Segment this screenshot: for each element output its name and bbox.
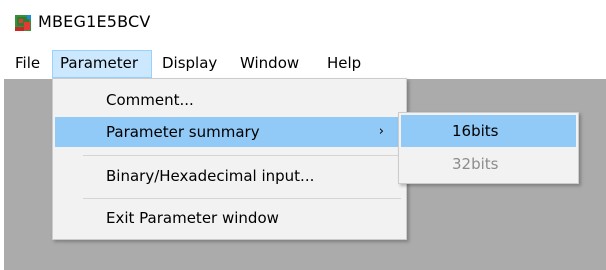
chevron-right-icon: › bbox=[378, 124, 384, 139]
menu-help[interactable]: Help bbox=[320, 50, 368, 78]
menu-item-comment[interactable]: Comment... bbox=[55, 85, 404, 115]
menu-item-exit-parameter-window-label: Exit Parameter window bbox=[106, 209, 279, 227]
menu-bar: File Parameter Display Window Help bbox=[0, 50, 606, 78]
menu-item-exit-parameter-window[interactable]: Exit Parameter window bbox=[55, 203, 404, 233]
menu-item-comment-label: Comment... bbox=[106, 91, 194, 109]
menu-file[interactable]: File bbox=[8, 50, 47, 78]
submenu-item-16bits[interactable]: 16bits bbox=[401, 115, 576, 147]
menu-parameter[interactable]: Parameter bbox=[52, 50, 152, 78]
app-icon bbox=[15, 15, 31, 31]
menu-window[interactable]: Window bbox=[233, 50, 306, 78]
parameter-dropdown-menu: Comment... Parameter summary › Binary/He… bbox=[52, 78, 407, 240]
menu-separator bbox=[83, 198, 401, 199]
submenu-item-32bits-label: 32bits bbox=[452, 155, 499, 173]
menu-item-parameter-summary[interactable]: Parameter summary › bbox=[55, 117, 404, 147]
parameter-summary-submenu: 16bits 32bits bbox=[398, 112, 579, 184]
menu-item-binary-hex-input-label: Binary/Hexadecimal input... bbox=[106, 167, 315, 185]
window-title: MBEG1E5BCV bbox=[38, 12, 151, 31]
submenu-item-16bits-label: 16bits bbox=[452, 122, 499, 140]
menu-item-binary-hex-input[interactable]: Binary/Hexadecimal input... bbox=[55, 161, 404, 191]
title-bar: MBEG1E5BCV bbox=[0, 0, 606, 46]
submenu-item-32bits: 32bits bbox=[401, 148, 576, 180]
menu-separator bbox=[83, 155, 401, 156]
menu-display[interactable]: Display bbox=[155, 50, 224, 78]
menu-item-parameter-summary-label: Parameter summary bbox=[106, 123, 260, 141]
